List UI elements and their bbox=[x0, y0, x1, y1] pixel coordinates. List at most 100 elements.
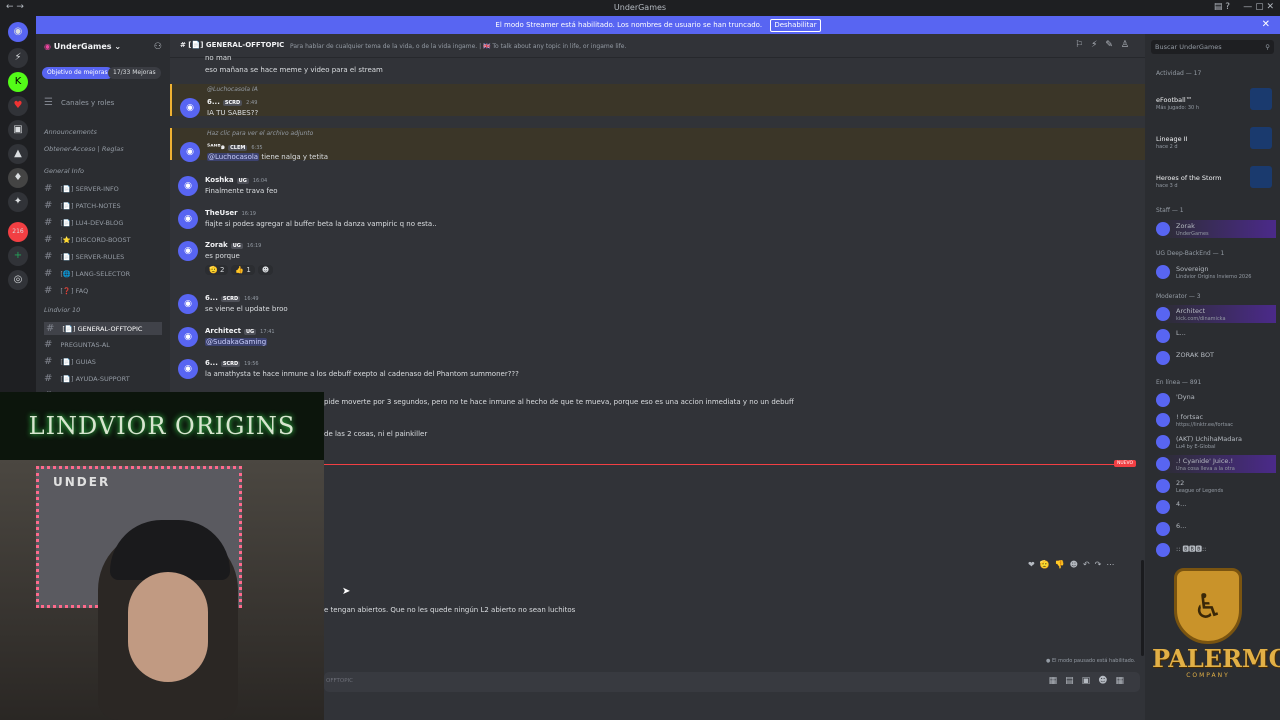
username[interactable]: 6... SCRD 2:49 bbox=[207, 98, 257, 106]
channel-item[interactable]: # [🌐] LANG-SELECTOR bbox=[44, 268, 130, 279]
game-meta: Más jugado: 30 h bbox=[1156, 105, 1199, 111]
avatar[interactable]: ◉ bbox=[178, 241, 198, 261]
username[interactable]: 6... SCRD 19:56 bbox=[205, 359, 259, 367]
window-controls[interactable]: — ▢ ✕ bbox=[1243, 2, 1274, 12]
member-item[interactable]: 'Dyna bbox=[1156, 391, 1276, 409]
inbox-icon[interactable]: ▤ ? bbox=[1214, 2, 1230, 12]
server-icon[interactable]: ▲ bbox=[8, 144, 28, 164]
reaction-chip[interactable]: 👍 1 bbox=[231, 265, 255, 275]
message[interactable]: ◉ Architect UG 17:41 @SudakaGaming bbox=[170, 323, 1145, 355]
message[interactable]: eso mañana se hace meme y video para el … bbox=[170, 64, 1145, 76]
message[interactable]: ◉ Zorak UG 16:19 es porque 🫡 2 👍 1 ☻ bbox=[170, 237, 1145, 285]
guild-name[interactable]: ◉ UnderGames ⌄ bbox=[44, 42, 121, 51]
channel-item[interactable]: # [📄] SERVER-RULES bbox=[44, 251, 124, 262]
reply-preview[interactable]: @Luchocasola IA bbox=[207, 86, 258, 93]
member-item[interactable]: Zorak UnderGames bbox=[1156, 220, 1276, 238]
channel-item[interactable]: # [📄] GENERAL-OFFTOPIC bbox=[44, 322, 162, 335]
channel-topic[interactable]: Para hablar de cualquier tema de la vida… bbox=[290, 43, 626, 50]
server-icon[interactable]: ⚡ bbox=[8, 48, 28, 68]
channel-item[interactable]: # [📄] SERVER-INFO bbox=[44, 183, 119, 194]
composer-icons[interactable]: ▦▤▣☻▦ bbox=[1049, 676, 1132, 686]
message-actions[interactable]: ❤🫡👎☻↶↷⋯ bbox=[1028, 560, 1119, 569]
message-text: de las 2 cosas, ni el painkiller bbox=[324, 430, 428, 438]
member-item[interactable]: Sovereign Lindvior Origins Invierno 2026 bbox=[1156, 263, 1276, 281]
username[interactable]: 6... SCRD 16:49 bbox=[205, 294, 259, 302]
scrollbar[interactable] bbox=[1141, 560, 1144, 656]
message[interactable]: no man bbox=[170, 52, 1145, 64]
channel-item[interactable]: # [⭐] DISCORD-BOOST bbox=[44, 234, 131, 245]
server-icon[interactable]: ♥ bbox=[8, 96, 28, 116]
channel-item[interactable]: # [📄] AYUDA-SUPPORT bbox=[44, 373, 130, 384]
username[interactable]: Architect UG 17:41 bbox=[205, 327, 275, 335]
avatar bbox=[1156, 307, 1170, 321]
member-item[interactable]: 22 League of Legends bbox=[1156, 477, 1276, 495]
add-member-icon[interactable]: ⚇ bbox=[154, 42, 162, 52]
message-text: e tengan abiertos. Que no les quede ning… bbox=[324, 606, 576, 614]
channels-roles[interactable]: ☰ Canales y roles bbox=[44, 97, 114, 108]
member-item[interactable]: Architect kick.com/dinamicka bbox=[1156, 305, 1276, 323]
game-icon bbox=[1250, 88, 1272, 110]
channel-category[interactable]: Lindvior 10 bbox=[44, 306, 80, 314]
username[interactable]: Zorak UG 16:19 bbox=[205, 241, 261, 249]
member-item[interactable]: 6... bbox=[1156, 520, 1276, 538]
search-input[interactable]: Buscar UnderGames ⚲ bbox=[1151, 40, 1274, 54]
unread-badge[interactable]: 216 bbox=[8, 222, 28, 242]
username[interactable]: ᔆᴬᴺᴮ๑ CLEM 6:35 bbox=[207, 142, 263, 153]
close-icon[interactable]: ✕ bbox=[1262, 16, 1270, 34]
member-item[interactable]: 4... bbox=[1156, 498, 1276, 516]
user-mention[interactable]: @SudakaGaming bbox=[205, 338, 268, 346]
timestamp: 16:19 bbox=[246, 243, 262, 249]
channel-item[interactable]: # [📄] GUIAS bbox=[44, 356, 96, 367]
boost-count[interactable]: 17/33 Mejoras bbox=[108, 67, 161, 79]
username[interactable]: TheUser 16:19 bbox=[205, 209, 256, 217]
avatar[interactable]: ◉ bbox=[178, 359, 198, 379]
reply-preview[interactable]: Haz clic para ver el archivo adjunto bbox=[207, 130, 313, 137]
message[interactable]: @Luchocasola IA ◉ 6... SCRD 2:49 IA TU SABES?… bbox=[170, 84, 1145, 118]
member-item[interactable]: (AKT) UchihaMadara Lu4 by E-Global bbox=[1156, 433, 1276, 451]
boost-goal-pill[interactable]: Objetivo de mejoras bbox=[42, 67, 113, 79]
avatar[interactable]: ◉ bbox=[178, 209, 198, 229]
username[interactable]: Koshka UG 16:04 bbox=[205, 176, 267, 184]
avatar[interactable]: ◉ bbox=[178, 294, 198, 314]
kick-server-icon[interactable]: K bbox=[8, 72, 28, 92]
channel-item[interactable]: # [❓] FAQ bbox=[44, 285, 88, 296]
message[interactable]: ◉ 6... SCRD 19:56 la amathysta te hace inmun… bbox=[170, 355, 1145, 387]
message[interactable]: Haz clic para ver el archivo adjunto ◉ ᔆᴬᴺ… bbox=[170, 128, 1145, 162]
channel-category[interactable]: General Info bbox=[44, 167, 84, 175]
member-item[interactable]: L... bbox=[1156, 327, 1276, 345]
member-item[interactable]: ZORAK BOT bbox=[1156, 349, 1276, 367]
server-icon[interactable]: ♦ bbox=[8, 168, 28, 188]
activity-game[interactable]: Heroes of the Storm hace 3 d bbox=[1156, 164, 1274, 192]
activity-game[interactable]: eFootball™ Más jugado: 30 h bbox=[1156, 86, 1274, 114]
add-server-icon[interactable]: + bbox=[8, 246, 28, 266]
avatar[interactable]: ◉ bbox=[180, 142, 200, 162]
server-icon[interactable]: ✦ bbox=[8, 192, 28, 212]
avatar[interactable]: ◉ bbox=[178, 327, 198, 347]
activity-game[interactable]: Lineage II hace 2 d bbox=[1156, 125, 1274, 153]
message-text: eso mañana se hace meme y video para el … bbox=[205, 66, 383, 74]
channel-category[interactable]: Obtener-Acceso | Reglas bbox=[44, 145, 124, 153]
reaction-chip[interactable]: ☻ bbox=[257, 265, 274, 275]
discord-home-icon[interactable]: ◉ bbox=[8, 22, 28, 42]
channel-item[interactable]: # [📄] PATCH-NOTES bbox=[44, 200, 121, 211]
member-item[interactable]: .! Cyanide' Juice.! Una cosa lleva a la o… bbox=[1156, 455, 1276, 473]
explore-icon[interactable]: ◎ bbox=[8, 270, 28, 290]
user-mention[interactable]: @Luchocasola bbox=[207, 153, 260, 161]
message[interactable]: ◉ 6... SCRD 16:49 se viene el update broo bbox=[170, 290, 1145, 322]
channel-category[interactable]: Announcements bbox=[44, 128, 97, 136]
message-text: Finalmente trava feo bbox=[205, 187, 278, 195]
message-input[interactable]: OFFTOPIC ▦▤▣☻▦ bbox=[324, 672, 1140, 692]
message[interactable]: ◉ TheUser 16:19 fiajte si podes agregar al … bbox=[170, 205, 1145, 237]
member-name: Zorak bbox=[1176, 222, 1195, 230]
member-item[interactable]: ! fortsac https://linktr.ee/fortsac bbox=[1156, 411, 1276, 429]
channel-item[interactable]: # [📄] LU4-DEV-BLOG bbox=[44, 217, 123, 228]
avatar[interactable]: ◉ bbox=[178, 176, 198, 196]
member-item[interactable]: :: 🅱🅱🅱:: bbox=[1156, 541, 1276, 559]
disable-button[interactable]: Deshabilitar bbox=[770, 19, 821, 32]
server-icon[interactable]: ▣ bbox=[8, 120, 28, 140]
channel-item[interactable]: # PREGUNTAS-AL bbox=[44, 339, 110, 350]
message[interactable]: ◉ Koshka UG 16:04 Finalmente trava feo bbox=[170, 172, 1145, 204]
header-icons[interactable]: ⚐⚡✎♙ bbox=[1075, 40, 1137, 50]
reaction-chip[interactable]: 🫡 2 bbox=[205, 265, 229, 275]
avatar[interactable]: ◉ bbox=[180, 98, 200, 118]
